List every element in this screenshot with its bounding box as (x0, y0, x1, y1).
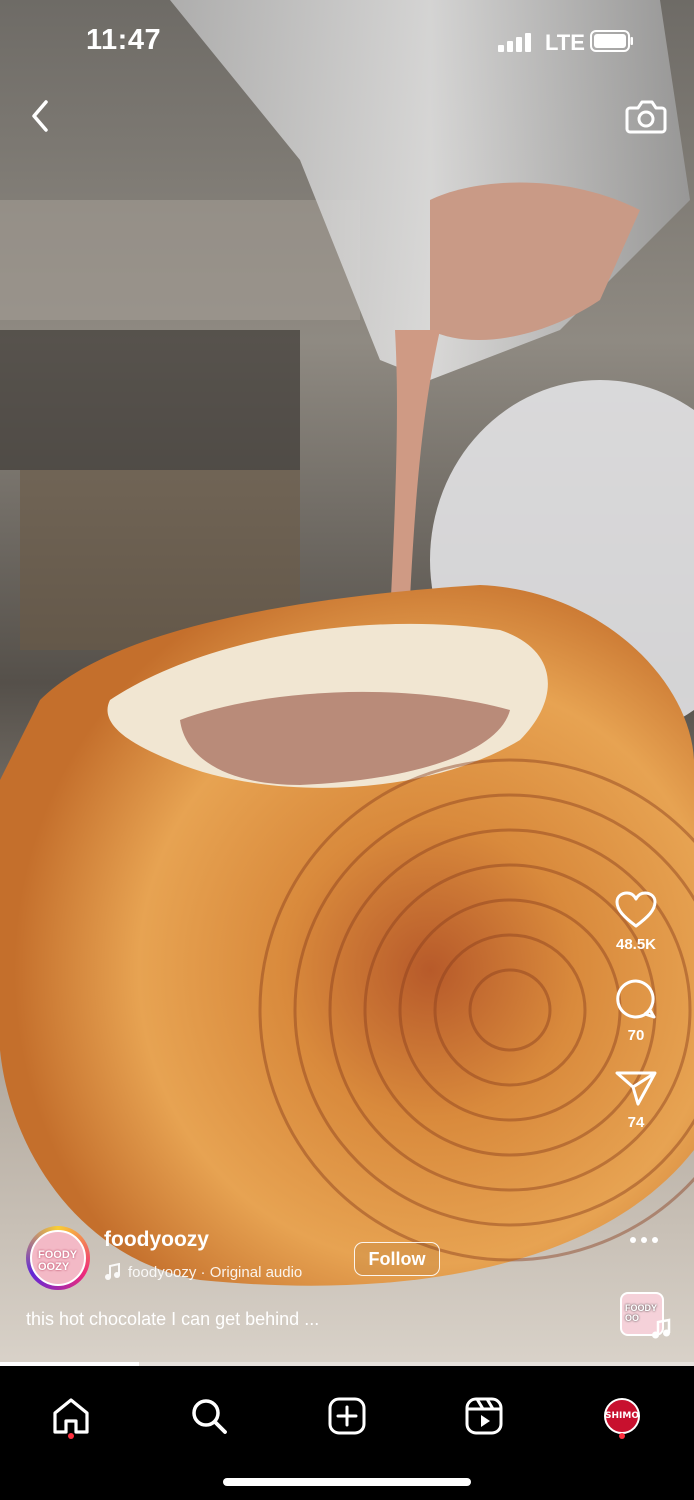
action-rail: 48.5K 70 74 (596, 890, 676, 1155)
create-icon (328, 1397, 366, 1435)
like-action[interactable]: 48.5K (614, 890, 658, 953)
profile-avatar: SHIMO (604, 1398, 640, 1434)
camera-icon[interactable] (624, 96, 668, 136)
battery-icon (590, 30, 633, 52)
nav-create[interactable] (317, 1386, 377, 1446)
share-icon[interactable] (614, 1068, 658, 1108)
more-icon[interactable] (628, 1230, 660, 1250)
nav-search[interactable] (179, 1386, 239, 1446)
nav-reels[interactable] (454, 1386, 514, 1446)
username[interactable]: foodyoozy (104, 1228, 209, 1252)
status-bar: 11:47 LTE (0, 0, 694, 90)
music-note-icon (652, 1318, 671, 1339)
signal-icon (498, 30, 531, 52)
caption[interactable]: this hot chocolate I can get behind ... (26, 1309, 319, 1330)
follow-button[interactable]: Follow (354, 1242, 440, 1276)
video-frame (0, 0, 694, 1366)
profile-avatar-text: SHIMO (605, 1411, 639, 1421)
search-icon (192, 1399, 227, 1434)
avatar-text: FOODY OOZY (38, 1249, 77, 1273)
home-icon (53, 1398, 89, 1434)
reels-icon (465, 1397, 503, 1435)
home-indicator (223, 1478, 471, 1486)
back-icon[interactable] (24, 96, 60, 136)
home-active-dot (68, 1433, 74, 1439)
status-time: 11:47 (86, 24, 162, 56)
comment-count: 70 (627, 1027, 645, 1044)
music-note-icon (105, 1263, 120, 1280)
reel-video[interactable] (0, 0, 694, 1366)
network-label: LTE (545, 30, 585, 55)
share-action[interactable]: 74 (614, 1068, 658, 1131)
share-count: 74 (627, 1114, 645, 1131)
comment-action[interactable]: 70 (614, 977, 658, 1044)
profile-notification-dot (619, 1433, 625, 1439)
audio-link[interactable]: foodyoozy · Original audio (104, 1263, 302, 1281)
heart-icon[interactable] (614, 890, 658, 930)
avatar[interactable]: FOODY OOZY (26, 1226, 90, 1290)
comment-icon[interactable] (614, 977, 658, 1021)
like-count: 48.5K (615, 936, 657, 953)
audio-label: foodyoozy · Original audio (128, 1263, 303, 1281)
